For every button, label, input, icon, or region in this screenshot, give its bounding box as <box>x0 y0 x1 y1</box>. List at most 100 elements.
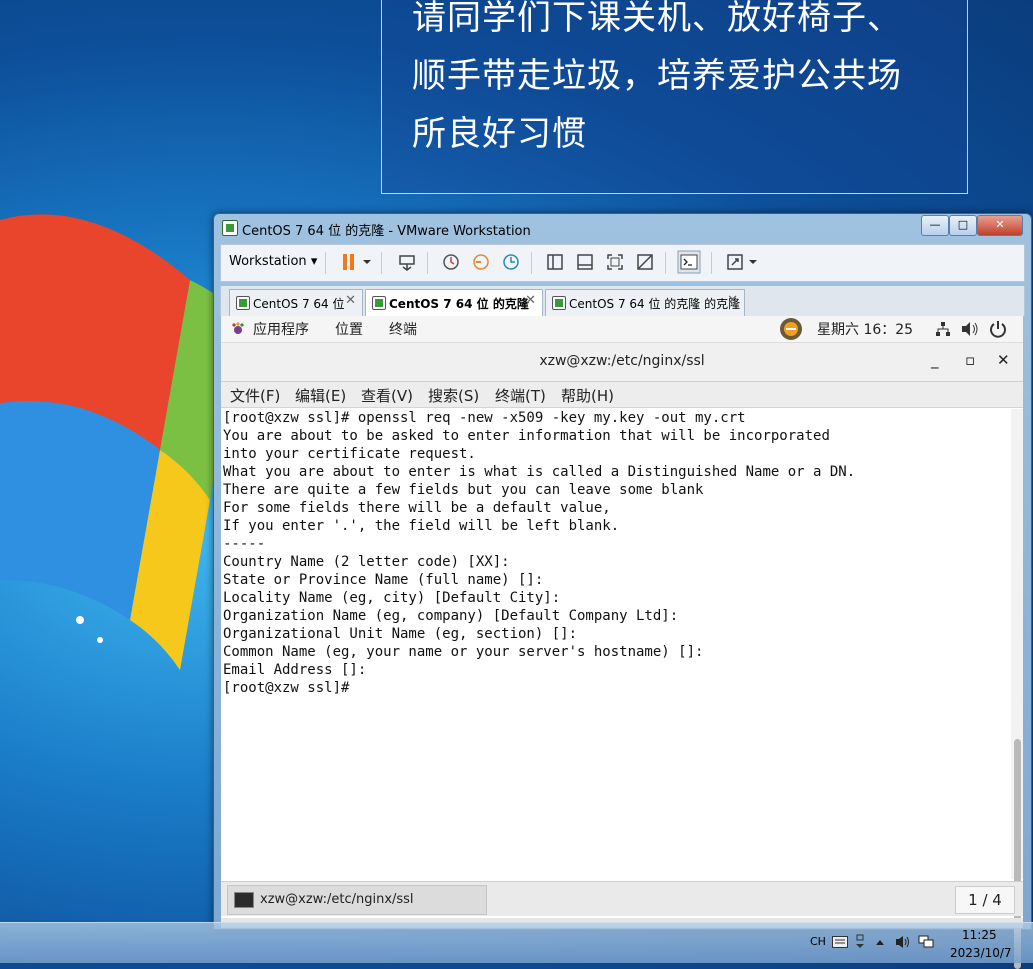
chevron-down-icon[interactable] <box>747 252 759 272</box>
terminal-line: Country Name (2 letter code) [XX]: <box>223 554 510 570</box>
tab-centos-clone[interactable]: CentOS 7 64 位 的克隆 ✕ <box>365 289 543 316</box>
terminal-line: ----- <box>223 536 266 552</box>
terminal-line: [root@xzw ssl]# openssl req -new -x509 -… <box>223 410 746 426</box>
places-menu[interactable]: 位置 <box>335 319 363 339</box>
gnome-foot-icon <box>232 322 244 334</box>
notice-line: 所良好习惯 <box>412 114 587 154</box>
windows-taskbar: CH 11:25 2023/10/7 <box>0 922 1033 963</box>
unity-mode-icon[interactable] <box>635 252 655 272</box>
tab-centos-clone-clone[interactable]: CentOS 7 64 位 的克隆 的克隆 ✕ <box>545 289 745 316</box>
terminal-maximize-button[interactable]: ▫ <box>965 351 975 369</box>
workspace-pager[interactable]: 1 / 4 <box>955 886 1015 914</box>
stretch-guest-icon[interactable] <box>725 252 745 272</box>
close-icon[interactable]: ✕ <box>345 293 356 308</box>
toolbar-divider <box>665 252 666 274</box>
toolbar-divider <box>711 252 712 274</box>
toolbar-divider <box>427 252 428 274</box>
menu-edit[interactable]: 编辑(E) <box>295 385 346 406</box>
vmware-app-icon <box>222 220 238 236</box>
terminal-line: There are quite a few fields but you can… <box>223 482 704 498</box>
ime-icon[interactable] <box>855 933 865 949</box>
terminal-titlebar[interactable]: xzw@xzw:/etc/nginx/ssl _ ▫ ✕ <box>221 343 1023 382</box>
vm-icon <box>552 296 566 310</box>
vm-tab-strip: CentOS 7 64 位 ✕ CentOS 7 64 位 的克隆 ✕ Cent… <box>220 286 1025 316</box>
toolbar-divider <box>381 252 382 274</box>
vm-icon <box>236 296 250 310</box>
console-view-icon[interactable] <box>677 250 701 274</box>
weather-applet-icon[interactable] <box>779 317 803 341</box>
terminal-icon <box>234 892 254 908</box>
vmware-titlebar[interactable]: CentOS 7 64 位 的克隆 - VMware Workstation —… <box>214 214 1031 242</box>
keyboard-icon[interactable] <box>832 936 848 948</box>
terminal-line: Email Address []: <box>223 662 367 678</box>
vm-icon <box>372 296 386 310</box>
terminal-line: State or Province Name (full name) []: <box>223 572 544 588</box>
minimize-button[interactable]: — <box>921 215 949 236</box>
terminal-scrollbar[interactable] <box>1011 409 1023 969</box>
chevron-down-icon: ▾ <box>310 254 318 269</box>
close-icon[interactable]: ✕ <box>727 293 738 308</box>
language-indicator[interactable]: CH <box>810 935 826 948</box>
maximize-button[interactable]: □ <box>949 215 977 236</box>
tab-label: CentOS 7 64 位 的克隆 <box>389 297 529 311</box>
terminal-line: Organization Name (eg, company) [Default… <box>223 608 679 624</box>
terminal-output[interactable]: [root@xzw ssl]# openssl req -new -x509 -… <box>223 409 1009 879</box>
terminal-line: Common Name (eg, your name or your serve… <box>223 644 704 660</box>
workstation-label: Workstation <box>229 254 307 269</box>
terminal-line: What you are about to enter is what is c… <box>223 464 856 480</box>
guest-screen[interactable]: 应用程序 位置 终端 星期六 16：25 xzw@xzw:/etc/nginx/… <box>221 316 1023 969</box>
window-list-terminal-button[interactable]: xzw@xzw:/etc/nginx/ssl <box>227 885 487 915</box>
close-icon[interactable]: ✕ <box>525 293 536 308</box>
menu-terminal[interactable]: 终端(T) <box>495 385 546 406</box>
close-button[interactable]: ✕ <box>977 215 1023 236</box>
terminal-menubar: 文件(F) 编辑(E) 查看(V) 搜索(S) 终端(T) 帮助(H) <box>221 382 1023 408</box>
terminal-app-menu[interactable]: 终端 <box>389 319 417 339</box>
system-clock-date[interactable]: 2023/10/7 <box>950 946 1012 960</box>
toolbar-divider <box>325 252 326 274</box>
terminal-prompt: [root@xzw ssl]# <box>223 680 350 696</box>
gnome-clock[interactable]: 星期六 16：25 <box>817 319 913 339</box>
tab-centos-7-64[interactable]: CentOS 7 64 位 ✕ <box>229 289 363 316</box>
thumbnail-bar-icon[interactable] <box>575 252 595 272</box>
menu-file[interactable]: 文件(F) <box>230 385 280 406</box>
terminal-line: You are about to be asked to enter infor… <box>223 428 830 444</box>
notice-line: 请同学们下课关机、放好椅子、 <box>412 0 902 38</box>
revert-snapshot-icon[interactable] <box>471 252 491 272</box>
menu-view[interactable]: 查看(V) <box>361 385 413 406</box>
send-ctrl-alt-del-icon[interactable] <box>397 252 417 272</box>
chevron-down-icon[interactable] <box>361 252 373 272</box>
snapshot-manager-icon[interactable] <box>501 252 521 272</box>
power-icon[interactable] <box>989 320 1007 338</box>
notice-line: 顺手带走垃圾，培养爱护公共场 <box>412 56 902 96</box>
terminal-line: If you enter '.', the field will be left… <box>223 518 620 534</box>
volume-icon[interactable] <box>961 321 979 337</box>
class-notice-panel: 请同学们下课关机、放好椅子、 顺手带走垃圾，培养爱护公共场 所良好习惯 <box>381 0 968 194</box>
pause-icon[interactable] <box>339 252 359 272</box>
volume-icon[interactable] <box>895 935 911 949</box>
terminal-line: into your certificate request. <box>223 446 476 462</box>
workstation-menu-button[interactable]: Workstation ▾ <box>229 254 317 269</box>
fullscreen-icon[interactable] <box>605 252 625 272</box>
terminal-line: Organizational Unit Name (eg, section) [… <box>223 626 578 642</box>
applications-menu[interactable]: 应用程序 <box>253 319 309 339</box>
vmware-window-title: CentOS 7 64 位 的克隆 - VMware Workstation <box>242 224 531 239</box>
terminal-line: For some fields there will be a default … <box>223 500 611 516</box>
terminal-minimize-button[interactable]: _ <box>931 351 939 369</box>
menu-search[interactable]: 搜索(S) <box>428 385 479 406</box>
show-hidden-icons-icon[interactable] <box>875 938 885 946</box>
network-icon[interactable] <box>935 321 951 337</box>
terminal-close-button[interactable]: ✕ <box>997 351 1010 369</box>
snapshot-icon[interactable] <box>441 252 461 272</box>
tab-label: CentOS 7 64 位 的克隆 的克隆 <box>569 297 741 311</box>
library-view-icon[interactable] <box>545 252 565 272</box>
toolbar-divider <box>531 252 532 274</box>
window-list-label: xzw@xzw:/etc/nginx/ssl <box>260 892 414 907</box>
menu-help[interactable]: 帮助(H) <box>561 385 614 406</box>
windows-logo <box>0 214 230 670</box>
vmware-window: CentOS 7 64 位 的克隆 - VMware Workstation —… <box>213 213 1032 969</box>
terminal-line: Locality Name (eg, city) [Default City]: <box>223 590 561 606</box>
gnome-top-bar: 应用程序 位置 终端 星期六 16：25 <box>221 316 1023 343</box>
system-clock-time[interactable]: 11:25 <box>962 928 997 942</box>
network-icon[interactable] <box>918 935 934 949</box>
vmware-toolbar: Workstation ▾ <box>220 244 1025 282</box>
